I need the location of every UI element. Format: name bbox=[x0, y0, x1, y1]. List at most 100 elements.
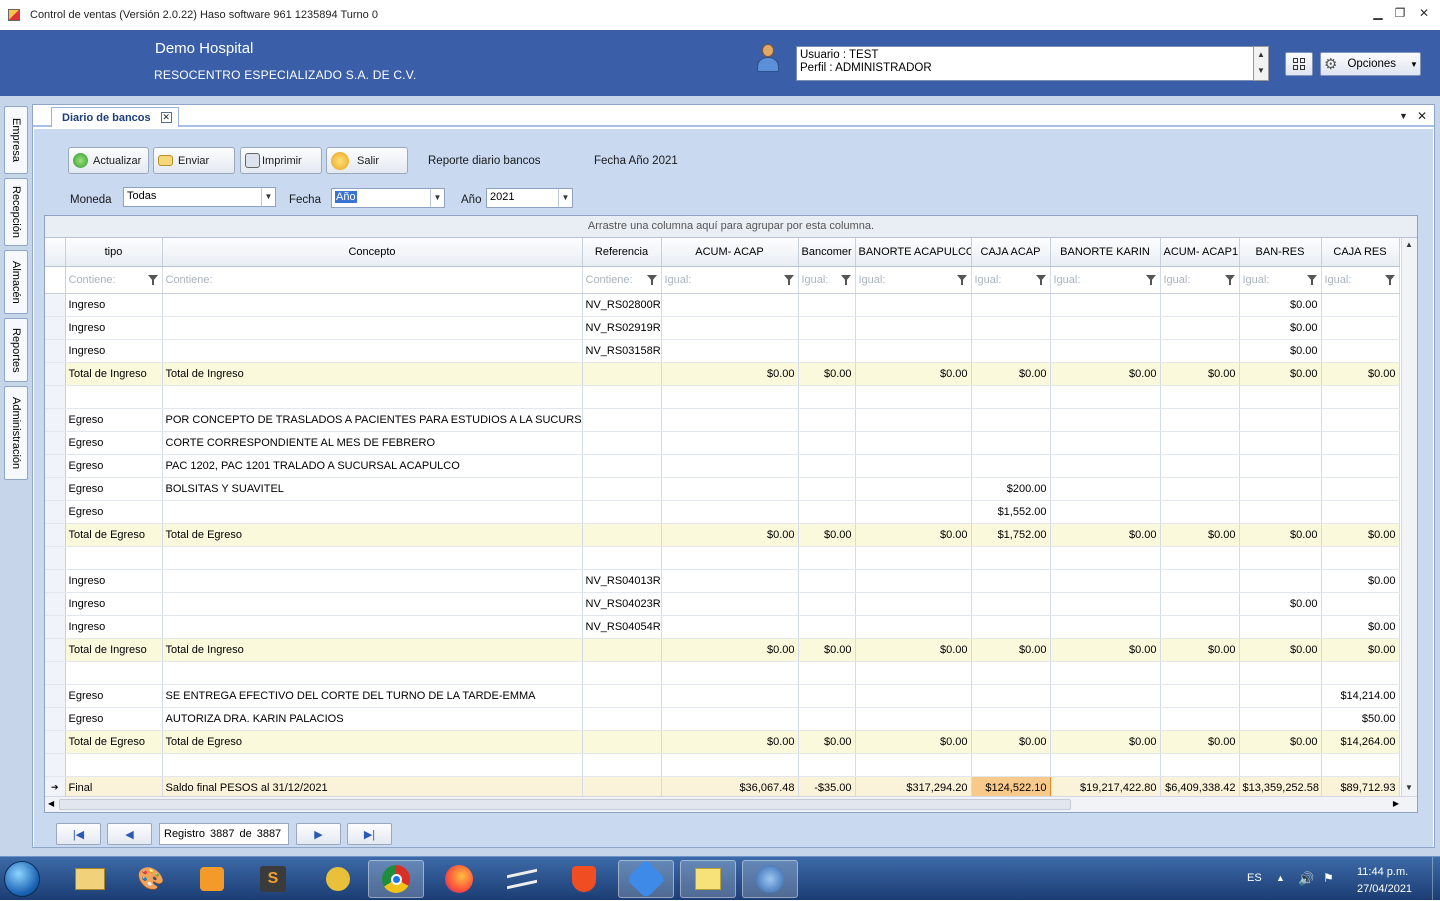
row-indicator-cell[interactable] bbox=[45, 546, 66, 570]
grid-cell[interactable] bbox=[1160, 661, 1240, 685]
group-total-row[interactable]: Total de Ingreso Total de Ingreso $0.00 $0.… bbox=[45, 638, 1400, 662]
grid-cell[interactable] bbox=[798, 707, 856, 731]
grid-cell[interactable] bbox=[1050, 500, 1161, 524]
brave-icon[interactable] bbox=[556, 860, 612, 898]
grid-cell[interactable]: $0.00 bbox=[798, 638, 856, 662]
grid-cell[interactable] bbox=[855, 500, 972, 524]
grid-cell[interactable]: Total de Ingreso bbox=[162, 362, 583, 386]
grid-cell[interactable] bbox=[661, 385, 799, 409]
grid-cell[interactable] bbox=[971, 615, 1051, 639]
grid-cell[interactable] bbox=[971, 293, 1051, 317]
grid-cell[interactable] bbox=[1239, 707, 1322, 731]
grid-cell[interactable] bbox=[1160, 385, 1240, 409]
filter-icon[interactable] bbox=[1145, 274, 1156, 285]
grid-cell[interactable]: Total de Egreso bbox=[162, 730, 583, 754]
grid-cell[interactable] bbox=[971, 569, 1051, 593]
grid-cell[interactable] bbox=[162, 500, 583, 524]
filter-cell[interactable]: Contiene: bbox=[582, 266, 662, 294]
column-header[interactable]: BANORTE KARIN bbox=[1050, 238, 1161, 267]
grid-cell[interactable] bbox=[1050, 684, 1161, 708]
group-separator-row[interactable] bbox=[45, 546, 1400, 570]
sticky-notes-icon[interactable] bbox=[680, 860, 736, 898]
grid-cell[interactable] bbox=[971, 592, 1051, 616]
grid-cell[interactable] bbox=[582, 661, 662, 685]
grid-cell[interactable] bbox=[1321, 293, 1400, 317]
column-header[interactable]: Concepto bbox=[162, 238, 583, 267]
row-indicator-cell[interactable] bbox=[45, 316, 66, 340]
grid-cell[interactable] bbox=[855, 339, 972, 363]
grid-cell[interactable]: $0.00 bbox=[971, 638, 1051, 662]
grid-cell[interactable]: $0.00 bbox=[1239, 638, 1322, 662]
grid-cell[interactable] bbox=[798, 500, 856, 524]
grid-cell[interactable] bbox=[798, 592, 856, 616]
grid-cell[interactable] bbox=[582, 546, 662, 570]
grid-cell[interactable] bbox=[65, 661, 163, 685]
grid-cell[interactable] bbox=[582, 523, 662, 547]
table-row[interactable]: Egreso SE ENTREGA EFECTIVO DEL CORTE DEL … bbox=[45, 684, 1400, 708]
grid-cell[interactable] bbox=[661, 707, 799, 731]
user-info-scroll[interactable]: ▲ ▼ bbox=[1253, 46, 1269, 81]
grid-cell[interactable] bbox=[798, 569, 856, 593]
sidebar-item-administracion[interactable]: Administración bbox=[4, 386, 28, 480]
first-record-button[interactable]: |◀ bbox=[56, 823, 101, 845]
document-close-icon[interactable]: ✕ bbox=[1417, 109, 1427, 123]
grid-cell[interactable] bbox=[1050, 431, 1161, 455]
grid-cell[interactable]: $0.00 bbox=[1239, 730, 1322, 754]
grid-cell[interactable]: Egreso bbox=[65, 684, 163, 708]
grid-cell[interactable]: SE ENTREGA EFECTIVO DEL CORTE DEL TURNO … bbox=[162, 684, 583, 708]
grid-cell[interactable]: Egreso bbox=[65, 477, 163, 501]
grid-cell[interactable] bbox=[582, 753, 662, 777]
grid-cell[interactable] bbox=[162, 661, 583, 685]
options-button[interactable]: ⚙ Opciones ▼ bbox=[1320, 52, 1421, 76]
grid-layout-button[interactable] bbox=[1285, 52, 1313, 76]
grid-cell[interactable] bbox=[1321, 592, 1400, 616]
grid-cell[interactable]: $0.00 bbox=[1321, 362, 1400, 386]
clock-time[interactable]: 11:44 p.m. bbox=[1357, 866, 1408, 878]
row-indicator-cell[interactable] bbox=[45, 362, 66, 386]
chevron-down-icon[interactable]: ▼ bbox=[558, 189, 572, 207]
grid-cell[interactable] bbox=[1239, 431, 1322, 455]
grid-cell[interactable] bbox=[971, 707, 1051, 731]
grid-cell[interactable]: Egreso bbox=[65, 500, 163, 524]
grid-cell[interactable]: Ingreso bbox=[65, 339, 163, 363]
grid-cell[interactable]: $0.00 bbox=[798, 523, 856, 547]
grid-cell[interactable] bbox=[1050, 707, 1161, 731]
grid-cell[interactable] bbox=[1239, 454, 1322, 478]
filter-icon[interactable] bbox=[1306, 274, 1317, 285]
sublime-text-icon[interactable]: S bbox=[245, 860, 301, 898]
filter-cell[interactable]: Igual: bbox=[971, 266, 1051, 294]
grid-cell[interactable] bbox=[971, 385, 1051, 409]
volume-icon[interactable]: 🔊 bbox=[1298, 871, 1314, 887]
remote-app-icon[interactable] bbox=[618, 859, 674, 899]
grid-cell[interactable] bbox=[1050, 293, 1161, 317]
grid-cell[interactable]: NV_RS04054R bbox=[582, 615, 662, 639]
grid-cell[interactable] bbox=[1160, 454, 1240, 478]
grid-cell[interactable] bbox=[1050, 477, 1161, 501]
grid-cell[interactable]: $0.00 bbox=[1321, 638, 1400, 662]
exit-button[interactable]: Salir bbox=[326, 147, 408, 174]
grid-cell[interactable] bbox=[162, 569, 583, 593]
grid-cell[interactable] bbox=[162, 293, 583, 317]
grid-cell[interactable] bbox=[582, 684, 662, 708]
grid-cell[interactable]: Total de Egreso bbox=[65, 523, 163, 547]
grid-cell[interactable] bbox=[855, 707, 972, 731]
grid-cell[interactable] bbox=[661, 753, 799, 777]
grid-cell[interactable]: BOLSITAS Y SUAVITEL bbox=[162, 477, 583, 501]
table-row[interactable]: Ingreso NV_RS04023R $0.00 bbox=[45, 592, 1400, 616]
sidebar-item-almacen[interactable]: Almacén bbox=[4, 250, 28, 314]
table-row[interactable]: Ingreso NV_RS02919R $0.00 bbox=[45, 316, 1400, 340]
grid-cell[interactable] bbox=[582, 408, 662, 432]
grid-cell[interactable]: Egreso bbox=[65, 408, 163, 432]
group-total-row[interactable]: Total de Ingreso Total de Ingreso $0.00 $0.… bbox=[45, 362, 1400, 386]
row-indicator-cell[interactable] bbox=[45, 661, 66, 685]
filter-cell[interactable]: Igual: bbox=[1050, 266, 1161, 294]
row-indicator-cell[interactable] bbox=[45, 638, 66, 662]
grid-cell[interactable]: $0.00 bbox=[1239, 592, 1322, 616]
row-indicator-cell[interactable] bbox=[45, 477, 66, 501]
action-center-icon[interactable]: ⚑ bbox=[1323, 871, 1334, 885]
grid-cell[interactable] bbox=[1239, 684, 1322, 708]
grid-cell[interactable] bbox=[65, 753, 163, 777]
group-separator-row[interactable] bbox=[45, 385, 1400, 409]
file-explorer-icon[interactable] bbox=[62, 860, 118, 898]
grid-cell[interactable] bbox=[1239, 500, 1322, 524]
